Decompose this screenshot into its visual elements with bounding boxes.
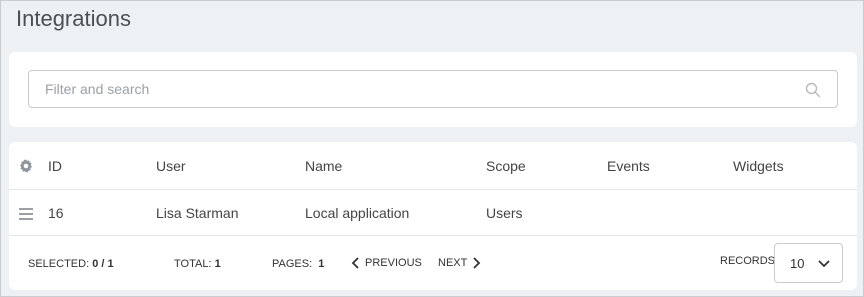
records-label: RECORDS: [720, 255, 779, 267]
pages-label: PAGES: [272, 258, 313, 270]
column-header-widgets[interactable]: Widgets [733, 158, 784, 174]
drag-handle-icon[interactable] [19, 208, 33, 220]
column-header-id[interactable]: ID [48, 158, 62, 174]
records-per-page-select[interactable]: 10 [774, 243, 843, 283]
selected-label: SELECTED: [28, 258, 90, 270]
search-box[interactable] [28, 70, 838, 108]
table-header: ID User Name Scope Events Widgets [9, 142, 857, 190]
selected-value: 0 / 1 [92, 258, 114, 270]
next-button[interactable]: NEXT [438, 257, 481, 269]
next-label: NEXT [438, 257, 468, 269]
records-value: 10 [790, 256, 805, 271]
cell-id: 16 [48, 205, 64, 221]
total-label: TOTAL: [174, 258, 212, 270]
table-footer: SELECTED: 0 / 1 TOTAL: 1 PAGES: 1 PREVIO… [9, 236, 857, 290]
search-card [9, 52, 857, 127]
pages-value[interactable]: 1 [318, 258, 324, 270]
total-value: 1 [214, 258, 221, 270]
cell-user: Lisa Starman [156, 205, 239, 221]
column-header-user[interactable]: User [156, 158, 186, 174]
chevron-left-icon [351, 257, 359, 269]
pages-count: PAGES: 1 [272, 258, 324, 270]
table-row[interactable]: 16 Lisa Starman Local application Users [9, 190, 857, 236]
previous-button[interactable]: PREVIOUS [351, 257, 422, 269]
selected-count: SELECTED: 0 / 1 [28, 258, 114, 270]
column-header-scope[interactable]: Scope [486, 158, 526, 174]
chevron-down-icon [818, 260, 830, 268]
total-count: TOTAL: 1 [174, 258, 221, 270]
integrations-table: ID User Name Scope Events Widgets 16 Lis… [9, 142, 857, 290]
search-icon[interactable] [805, 82, 821, 98]
column-header-events[interactable]: Events [607, 158, 650, 174]
previous-label: PREVIOUS [365, 257, 422, 269]
search-input[interactable] [45, 71, 785, 107]
gear-icon[interactable] [19, 159, 33, 173]
page-title: Integrations [16, 6, 131, 31]
cell-name: Local application [305, 205, 410, 221]
chevron-right-icon [473, 257, 481, 269]
column-header-name[interactable]: Name [305, 158, 342, 174]
cell-scope: Users [486, 205, 523, 221]
